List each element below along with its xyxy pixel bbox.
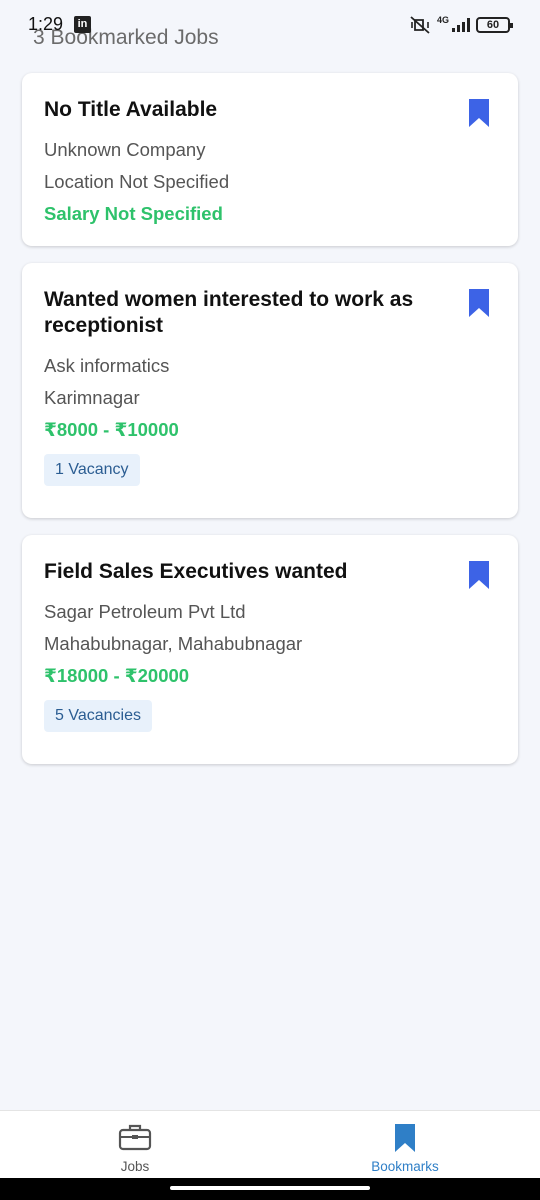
job-company: Unknown Company [44, 139, 206, 160]
job-title: No Title Available [44, 98, 218, 121]
vacancy-badge: 1 Vacancy [44, 454, 140, 486]
job-location: Mahabubnagar, Mahabubnagar [44, 633, 303, 654]
bookmark-icon[interactable] [468, 98, 490, 128]
job-card[interactable]: Wanted women interested to work as recep… [22, 263, 518, 518]
briefcase-icon [118, 1124, 152, 1151]
vacancy-badge: 5 Vacancies [44, 700, 152, 732]
job-card[interactable]: No Title Available Unknown Company Locat… [22, 73, 518, 246]
bookmark-icon[interactable] [468, 560, 490, 590]
job-company: Ask informatics [44, 355, 170, 376]
status-icons: 4G 60 [409, 14, 513, 36]
bookmarked-jobs-list: No Title Available Unknown Company Locat… [22, 73, 518, 781]
job-card[interactable]: Field Sales Executives wanted Sagar Petr… [22, 535, 518, 764]
signal-icon [452, 18, 470, 32]
job-location: Karimnagar [44, 387, 140, 408]
linkedin-icon: in [74, 16, 91, 33]
job-company: Sagar Petroleum Pvt Ltd [44, 601, 246, 622]
home-indicator[interactable] [170, 1186, 370, 1190]
job-salary: ₹8000 - ₹10000 [44, 419, 179, 440]
battery-icon: 60 [476, 17, 513, 33]
bottom-navigation: Jobs Bookmarks [0, 1110, 540, 1178]
system-navigation-bar [0, 1178, 540, 1200]
job-salary: Salary Not Specified [44, 203, 223, 224]
job-salary: ₹18000 - ₹20000 [44, 665, 190, 686]
bookmark-icon[interactable] [468, 288, 490, 318]
job-title: Wanted women interested to work as recep… [44, 288, 414, 337]
tab-jobs-label: Jobs [120, 1159, 150, 1174]
job-title: Field Sales Executives wanted [44, 560, 348, 583]
network-type: 4G [436, 15, 449, 25]
bookmark-icon [395, 1124, 415, 1152]
tab-bookmarks-label: Bookmarks [371, 1159, 439, 1174]
tab-jobs[interactable]: Jobs [0, 1111, 270, 1179]
tab-bookmarks[interactable]: Bookmarks [270, 1111, 540, 1179]
job-location: Location Not Specified [44, 171, 230, 192]
mute-vibrate-icon [410, 16, 430, 34]
status-time: 1:29 [28, 14, 64, 34]
